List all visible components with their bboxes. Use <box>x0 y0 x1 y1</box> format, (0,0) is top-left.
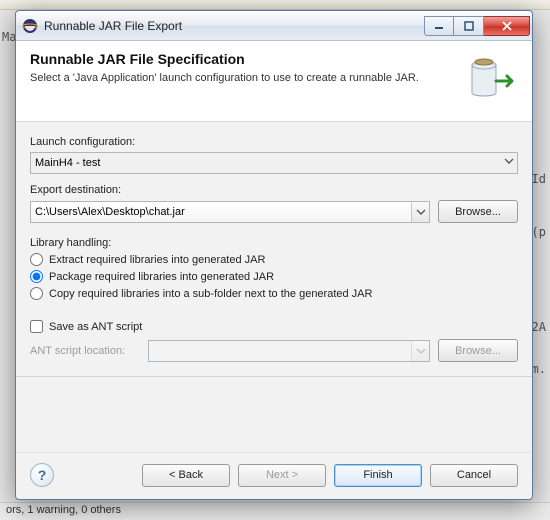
launch-config-combo[interactable]: MainH4 - test <box>30 152 518 174</box>
maximize-button[interactable] <box>454 16 484 36</box>
radio-copy[interactable]: Copy required libraries into a sub-folde… <box>30 287 518 300</box>
jar-export-icon <box>462 51 518 107</box>
radio-package-label: Package required libraries into generate… <box>49 271 274 283</box>
cancel-button[interactable]: Cancel <box>430 464 518 487</box>
chevron-down-icon[interactable] <box>411 202 429 222</box>
browse-ant-button: Browse... <box>438 339 518 362</box>
radio-extract-input[interactable] <box>30 253 43 266</box>
status-bar: ors, 1 warning, 0 others <box>0 502 550 520</box>
export-dest-input[interactable] <box>30 201 430 223</box>
dialog-header: Runnable JAR File Specification Select a… <box>16 41 532 122</box>
bg-code-frag: 2A <box>532 320 546 334</box>
launch-config-select[interactable]: MainH4 - test <box>30 152 518 174</box>
library-handling-label: Library handling: <box>30 237 518 249</box>
export-dest-field[interactable] <box>30 201 430 223</box>
finish-button[interactable]: Finish <box>334 464 422 487</box>
back-button[interactable]: < Back <box>142 464 230 487</box>
separator <box>16 376 532 377</box>
close-button[interactable] <box>484 16 530 36</box>
save-ant-checkbox-row[interactable]: Save as ANT script <box>30 320 518 333</box>
chevron-down-icon <box>411 341 429 361</box>
header-title: Runnable JAR File Specification <box>30 51 452 67</box>
ant-location-label: ANT script location: <box>30 345 140 357</box>
dialog-body: Launch configuration: MainH4 - test Expo… <box>16 122 532 452</box>
help-button[interactable]: ? <box>30 463 54 487</box>
radio-copy-label: Copy required libraries into a sub-folde… <box>49 288 372 300</box>
minimize-button[interactable] <box>424 16 454 36</box>
bg-code-frag: m. <box>532 362 546 376</box>
save-ant-label: Save as ANT script <box>49 321 142 333</box>
ant-location-field <box>148 340 430 362</box>
radio-package[interactable]: Package required libraries into generate… <box>30 270 518 283</box>
export-dest-label: Export destination: <box>30 184 518 196</box>
bg-toolbar <box>0 0 550 10</box>
radio-package-input[interactable] <box>30 270 43 283</box>
ant-location-input <box>148 340 430 362</box>
library-handling-group: Extract required libraries into generate… <box>30 253 518 300</box>
eclipse-icon <box>22 18 38 34</box>
status-text: ors, 1 warning, 0 others <box>6 504 121 516</box>
radio-copy-input[interactable] <box>30 287 43 300</box>
header-description: Select a 'Java Application' launch confi… <box>30 71 452 86</box>
window-buttons <box>424 16 530 36</box>
browse-export-button[interactable]: Browse... <box>438 200 518 223</box>
export-dialog: Runnable JAR File Export Runnable JAR Fi… <box>15 10 533 500</box>
radio-extract[interactable]: Extract required libraries into generate… <box>30 253 518 266</box>
window-title: Runnable JAR File Export <box>44 19 424 33</box>
save-ant-checkbox[interactable] <box>30 320 43 333</box>
titlebar[interactable]: Runnable JAR File Export <box>16 11 532 41</box>
dialog-footer: ? < Back Next > Finish Cancel <box>16 452 532 499</box>
radio-extract-label: Extract required libraries into generate… <box>49 254 265 266</box>
next-button: Next > <box>238 464 326 487</box>
launch-config-label: Launch configuration: <box>30 136 518 148</box>
